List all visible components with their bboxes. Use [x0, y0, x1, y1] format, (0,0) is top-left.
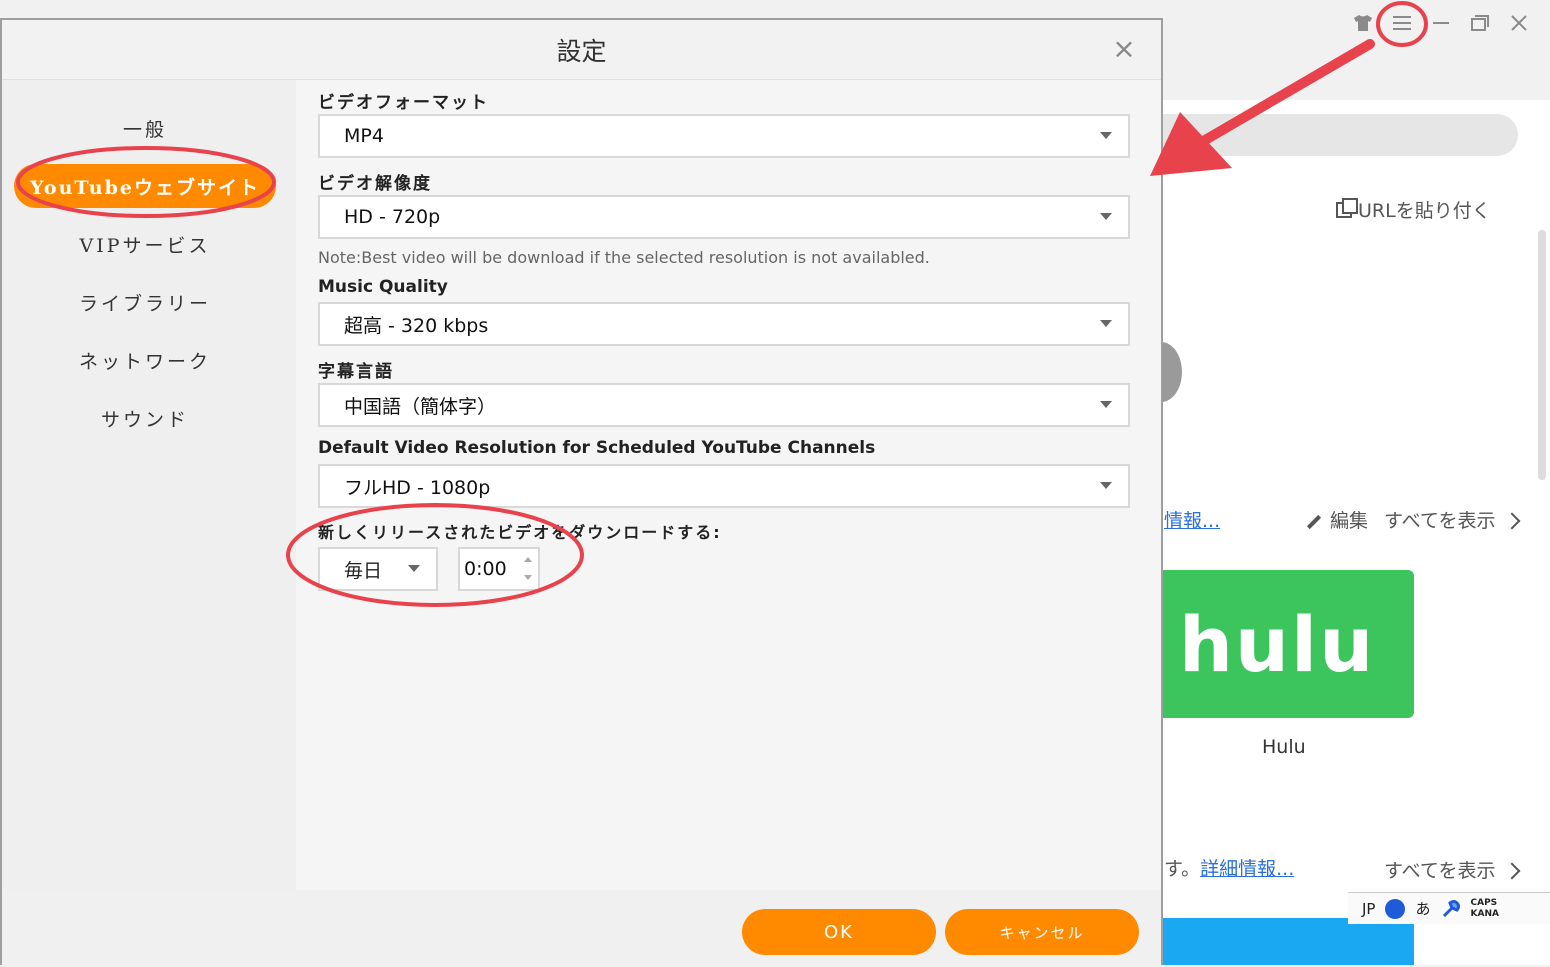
chevron-down-icon [1100, 132, 1112, 139]
edit-button[interactable]: 編集 [1330, 510, 1368, 532]
settings-dialog: 設定 × 一般 YouTubeウェブサイト VIPサービス ライブラリー ネット… [0, 18, 1163, 967]
paste-url-button[interactable]: URLを貼り付く [1336, 196, 1491, 223]
ime-toolbar: JP あ CAPS KANA [1348, 892, 1550, 924]
sidebar-item-youtube[interactable]: YouTubeウェブサイト [14, 164, 276, 208]
show-all-row-2[interactable]: すべてを表示 [1384, 856, 1521, 883]
video-resolution-label: ビデオ解像度 [318, 174, 432, 194]
time-value: 0:00 [464, 558, 507, 580]
cancel-button[interactable]: キャンセル [945, 909, 1139, 955]
hulu-logo: hulu [1178, 599, 1376, 689]
sidebar-item-sound[interactable]: サウンド [14, 396, 276, 440]
service-tile[interactable] [1140, 918, 1414, 965]
subtitle-language-value: 中国語（簡体字） [344, 395, 497, 418]
scheduled-resolution-label: Default Video Resolution for Scheduled Y… [318, 438, 876, 458]
ime-caps-kana: CAPS KANA [1470, 897, 1499, 919]
desc-suffix: す。 [1164, 858, 1201, 880]
download-new-label: 新しくリリースされたビデオをダウンロードする: [318, 523, 722, 542]
video-format-label: ビデオフォーマット [318, 93, 489, 113]
chevron-down-icon [1100, 213, 1112, 220]
spin-down-icon[interactable] [524, 575, 532, 580]
minimize-icon[interactable] [1426, 8, 1456, 38]
sidebar-item-general[interactable]: 一般 [14, 106, 276, 150]
video-format-select[interactable]: MP4 [318, 114, 1130, 158]
scheduled-resolution-value: フルHD - 1080p [344, 476, 491, 499]
chevron-down-icon [1100, 482, 1112, 489]
search-bar[interactable] [1140, 114, 1518, 156]
hulu-tile[interactable]: hulu [1140, 570, 1414, 718]
detail-row: す。詳細情報... [1164, 854, 1294, 881]
chevron-down-icon [408, 565, 420, 572]
ime-mode-icon[interactable] [1385, 898, 1406, 919]
spin-up-icon[interactable] [524, 557, 532, 562]
show-all-label-2: すべてを表示 [1384, 860, 1496, 882]
video-format-value: MP4 [344, 125, 384, 147]
scheduled-resolution-select[interactable]: フルHD - 1080p [318, 464, 1130, 508]
sidebar-item-network[interactable]: ネットワーク [14, 338, 276, 382]
chevron-right-icon [1503, 512, 1521, 530]
skin-shirt-icon[interactable] [1348, 8, 1378, 38]
paste-url-label: URLを貼り付く [1358, 200, 1491, 222]
detail-link[interactable]: 詳細情報... [1200, 858, 1294, 880]
info-row: 情報... [1164, 506, 1220, 533]
info-link[interactable]: 情報... [1164, 510, 1220, 532]
settings-sidebar: 一般 YouTubeウェブサイト VIPサービス ライブラリー ネットワーク サ… [2, 80, 296, 890]
chevron-right-icon [1503, 862, 1521, 880]
time-spinner[interactable]: 0:00 [458, 547, 540, 591]
edit-pen-icon [1306, 514, 1322, 529]
video-resolution-select[interactable]: HD - 720p [318, 195, 1130, 239]
edit-row: 編集 [1306, 506, 1368, 533]
ime-kana-icon[interactable]: あ [1415, 898, 1430, 919]
dialog-title: 設定 [2, 20, 1161, 80]
maximize-icon[interactable] [1465, 8, 1495, 38]
music-quality-select[interactable]: 超高 - 320 kbps [318, 302, 1130, 346]
music-quality-label: Music Quality [318, 277, 448, 297]
dialog-footer: OK キャンセル [2, 890, 1161, 967]
close-icon[interactable]: × [1111, 34, 1137, 64]
music-quality-value: 超高 - 320 kbps [344, 314, 489, 337]
hulu-caption: Hulu [1262, 736, 1306, 758]
show-all-label: すべてを表示 [1384, 510, 1496, 532]
window-close-icon[interactable] [1504, 8, 1534, 38]
ime-lang[interactable]: JP [1362, 900, 1375, 918]
resolution-note: Note:Best video will be download if the … [318, 248, 930, 267]
tools-icon[interactable] [1441, 899, 1461, 919]
show-all-row-1[interactable]: すべてを表示 [1384, 506, 1521, 533]
frequency-select[interactable]: 毎日 [318, 547, 438, 591]
chevron-down-icon [1100, 320, 1112, 327]
ok-button[interactable]: OK [742, 909, 936, 955]
frequency-value: 毎日 [344, 559, 383, 582]
menu-icon[interactable] [1387, 8, 1417, 38]
subtitle-language-label: 字幕言語 [318, 362, 394, 382]
scrollbar[interactable] [1538, 230, 1546, 480]
subtitle-language-select[interactable]: 中国語（簡体字） [318, 383, 1130, 427]
paste-icon [1336, 197, 1358, 218]
settings-content: ビデオフォーマット MP4 ビデオ解像度 HD - 720p Note:Best… [296, 80, 1161, 890]
video-resolution-value: HD - 720p [344, 206, 441, 228]
sidebar-item-vip[interactable]: VIPサービス [14, 222, 276, 266]
sidebar-item-library[interactable]: ライブラリー [14, 280, 276, 324]
chevron-down-icon [1100, 401, 1112, 408]
